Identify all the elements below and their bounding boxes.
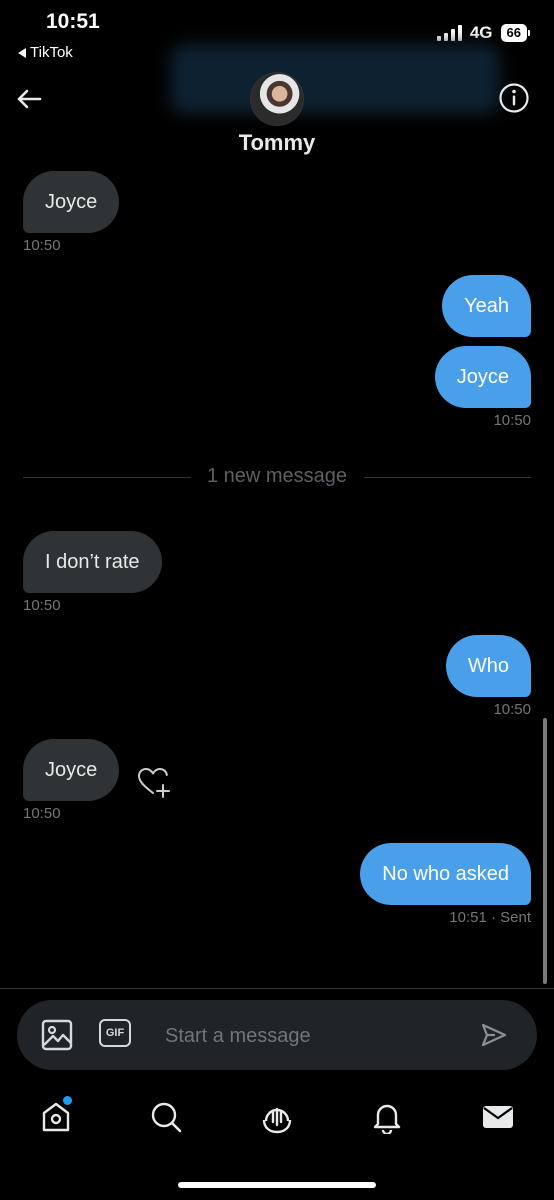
composer-divider (0, 988, 554, 989)
notification-dot (63, 1096, 72, 1105)
messages-tab[interactable] (481, 1100, 515, 1134)
signal-icon (436, 25, 462, 41)
blurred-overlay (170, 44, 500, 114)
message-composer: GIF (17, 1000, 537, 1072)
status-indicators: 4G 66 (436, 23, 530, 43)
message-timestamp-sent: 10:51 · Sent (449, 909, 531, 926)
info-icon[interactable] (498, 82, 530, 114)
message-bubble-outgoing[interactable]: Joyce (434, 346, 531, 408)
message-timestamp: 10:50 (493, 701, 531, 718)
new-message-divider-right (364, 477, 531, 478)
search-icon (151, 1102, 182, 1133)
contact-avatar[interactable] (250, 72, 304, 126)
send-icon[interactable] (481, 1022, 507, 1048)
conversation-header: Tommy (0, 44, 554, 170)
spaces-icon (262, 1107, 292, 1134)
status-time: 10:51 (46, 10, 100, 33)
message-timestamp: 10:50 (23, 597, 61, 614)
back-to-app-link[interactable]: TikTok (18, 44, 73, 61)
contact-name[interactable]: Tommy (0, 130, 554, 156)
image-icon[interactable] (41, 1019, 73, 1051)
message-bubble-outgoing[interactable]: No who asked (360, 843, 531, 905)
notifications-icon (373, 1104, 401, 1136)
back-arrow-icon[interactable] (14, 84, 44, 114)
message-bubble-outgoing[interactable]: Who (445, 635, 531, 697)
battery-icon: 66 (500, 24, 530, 42)
home-icon (42, 1102, 70, 1132)
spaces-tab[interactable] (260, 1100, 294, 1134)
notifications-tab[interactable] (370, 1100, 404, 1136)
message-bubble-incoming[interactable]: Joyce (23, 739, 120, 801)
home-indicator[interactable] (178, 1182, 376, 1188)
messages-icon (483, 1106, 513, 1128)
message-bubble-incoming[interactable]: Joyce (23, 171, 120, 233)
message-timestamp: 10:50 (493, 412, 531, 429)
back-triangle-icon (18, 47, 26, 58)
search-tab[interactable] (149, 1100, 183, 1134)
network-label: 4G (469, 23, 493, 42)
react-heart-add-icon[interactable] (136, 765, 172, 799)
message-bubble-outgoing[interactable]: Yeah (442, 275, 531, 337)
battery-level: 66 (500, 24, 527, 42)
message-timestamp: 10:50 (23, 237, 61, 254)
back-app-label: TikTok (30, 44, 73, 61)
bottom-tab-bar (0, 1080, 554, 1156)
message-bubble-incoming[interactable]: I don’t rate (23, 531, 162, 593)
gif-button[interactable]: GIF (99, 1019, 131, 1047)
message-timestamp: 10:50 (23, 805, 61, 822)
scrollbar[interactable] (543, 718, 547, 984)
message-input[interactable] (163, 1000, 467, 1072)
home-tab[interactable] (39, 1096, 73, 1134)
